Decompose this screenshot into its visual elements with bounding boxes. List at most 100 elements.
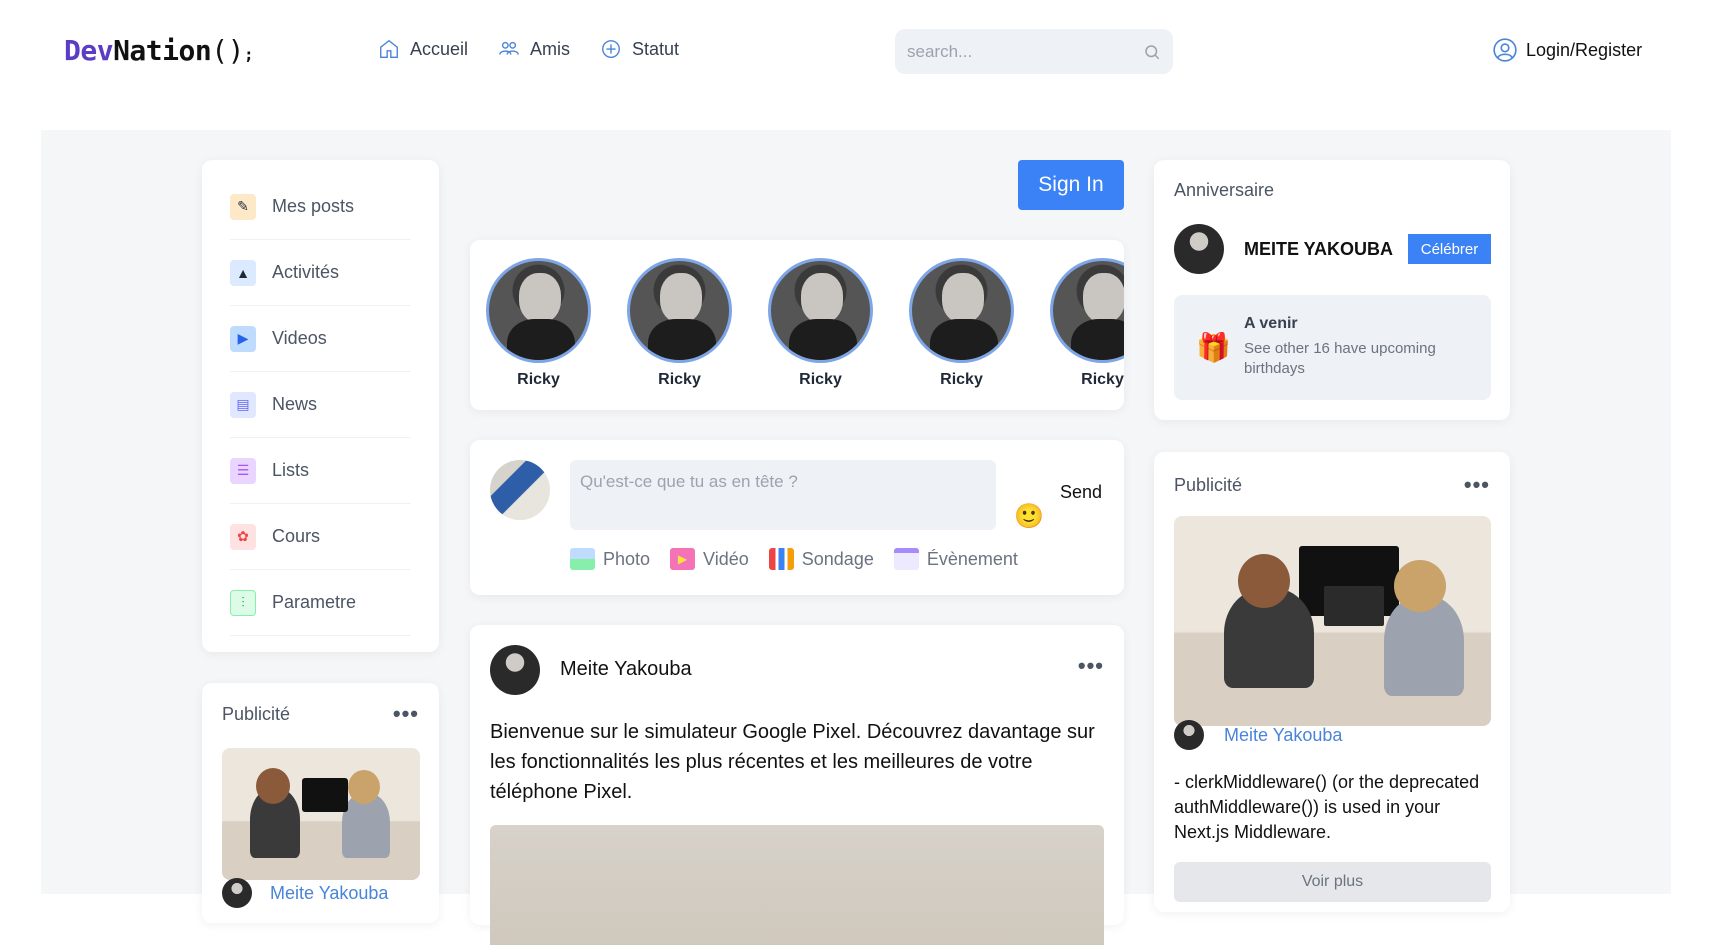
photo-label: Photo bbox=[603, 548, 651, 569]
story-name: Ricky bbox=[517, 371, 560, 388]
story-avatar bbox=[627, 258, 732, 363]
story-name: Ricky bbox=[658, 371, 701, 388]
nav-amis-label: Amis bbox=[530, 38, 571, 59]
sidebar-item-label: Mes posts bbox=[272, 196, 355, 216]
sidebar-item-label: Activités bbox=[272, 262, 340, 282]
birthday-title: Anniversaire bbox=[1174, 180, 1275, 200]
logo-nation: Nation bbox=[113, 34, 212, 67]
ad-title: Publicité bbox=[1174, 474, 1243, 495]
sidebar-item-mes-posts[interactable]: ✎ Mes posts bbox=[230, 174, 411, 240]
sidebar-item-activites[interactable]: ▲ Activités bbox=[230, 240, 411, 306]
ad-title: Publicité bbox=[222, 703, 291, 724]
activities-icon: ▲ bbox=[230, 259, 256, 286]
poll-label: Sondage bbox=[801, 548, 874, 569]
see-more-button[interactable]: Voir plus bbox=[1174, 862, 1491, 902]
sidebar-item-news[interactable]: ▤ News bbox=[230, 372, 411, 438]
emoji-icon[interactable]: 🙂 bbox=[1014, 502, 1044, 531]
gift-icon: 🎁 bbox=[1196, 332, 1231, 363]
search-icon[interactable] bbox=[1143, 43, 1161, 61]
poll-icon bbox=[768, 548, 794, 570]
sidebar-item-lists[interactable]: ☰ Lists bbox=[230, 438, 411, 504]
story-avatar bbox=[768, 258, 873, 363]
search-input[interactable] bbox=[907, 41, 1143, 62]
story-avatar bbox=[909, 258, 1014, 363]
nav-accueil[interactable]: Accueil bbox=[378, 38, 468, 60]
story-name: Ricky bbox=[799, 371, 842, 388]
sidebar-item-parametre[interactable]: ⫶ Parametre bbox=[230, 570, 411, 636]
story-avatar bbox=[486, 258, 591, 363]
story-item[interactable]: Ricky bbox=[627, 258, 732, 389]
sidebar-item-videos[interactable]: ▶ Videos bbox=[230, 306, 411, 372]
ad-image bbox=[222, 748, 420, 880]
video-label: Vidéo bbox=[703, 548, 749, 569]
sign-in-button[interactable]: Sign In bbox=[1018, 160, 1124, 210]
news-icon: ▤ bbox=[230, 391, 256, 418]
calendar-icon bbox=[893, 548, 919, 570]
left-sidebar: ✎ Mes posts ▲ Activités ▶ Videos ▤ News … bbox=[202, 160, 439, 652]
home-icon bbox=[380, 39, 398, 58]
photo-icon bbox=[570, 548, 595, 570]
upcoming-birthdays[interactable]: 🎁 A venir See other 16 have upcoming bir… bbox=[1174, 295, 1491, 400]
nav-statut[interactable]: Statut bbox=[600, 38, 679, 60]
left-ad-card: Publicité ••• Meite Yakouba bbox=[202, 683, 439, 923]
right-ad-card: Publicité ••• Meite Yakouba - clerkMiddl… bbox=[1154, 452, 1510, 912]
ad-author-row: Meite Yakouba bbox=[1174, 720, 1342, 750]
send-button[interactable]: Send bbox=[1060, 482, 1102, 503]
more-options-icon[interactable]: ••• bbox=[1078, 653, 1104, 679]
story-item[interactable]: Ricky bbox=[909, 258, 1014, 389]
nav-statut-label: Statut bbox=[632, 38, 680, 59]
logo[interactable]: DevNation(); bbox=[64, 34, 254, 67]
users-icon bbox=[499, 41, 519, 55]
post-input[interactable] bbox=[570, 460, 996, 530]
story-name: Ricky bbox=[940, 371, 983, 388]
video-button[interactable]: ▶ Vidéo bbox=[670, 548, 749, 570]
celebrate-button[interactable]: Célébrer bbox=[1408, 234, 1491, 264]
story-avatar bbox=[1050, 258, 1124, 363]
plus-circle-icon bbox=[602, 40, 620, 58]
login-register[interactable]: Login/Register bbox=[1492, 37, 1642, 63]
event-button[interactable]: Évènement bbox=[893, 548, 1018, 570]
ad-author-row: Meite Yakouba bbox=[222, 878, 388, 908]
story-name: Ricky bbox=[1081, 371, 1124, 388]
user-circle-icon bbox=[1493, 38, 1517, 62]
more-options-icon[interactable]: ••• bbox=[1464, 472, 1490, 498]
logo-semi: ; bbox=[243, 45, 254, 64]
upcoming-title: A venir bbox=[1244, 315, 1298, 332]
poll-button[interactable]: Sondage bbox=[768, 548, 874, 570]
story-item[interactable]: Ricky bbox=[768, 258, 873, 389]
nav-amis[interactable]: Amis bbox=[498, 38, 570, 60]
sidebar-item-label: Videos bbox=[272, 328, 327, 348]
birthday-card: Anniversaire MEITE YAKOUBA Célébrer 🎁 A … bbox=[1154, 160, 1510, 420]
event-label: Évènement bbox=[926, 548, 1018, 569]
feed-post: Meite Yakouba ••• Bienvenue sur le simul… bbox=[470, 625, 1124, 945]
main-nav: Accueil Amis Statut bbox=[378, 38, 679, 60]
sidebar-item-cours[interactable]: ✿ Cours bbox=[230, 504, 411, 570]
post-image bbox=[490, 825, 1104, 945]
login-label: Login/Register bbox=[1526, 39, 1643, 60]
ad-author-link[interactable]: Meite Yakouba bbox=[1224, 725, 1342, 746]
logo-dev: Dev bbox=[64, 34, 114, 67]
upcoming-subtitle: See other 16 have upcoming birthdays bbox=[1244, 340, 1436, 377]
post-author[interactable]: Meite Yakouba bbox=[560, 658, 692, 681]
logo-parens: () bbox=[211, 34, 244, 67]
sidebar-item-label: Parametre bbox=[272, 592, 357, 612]
videos-icon: ▶ bbox=[230, 325, 256, 352]
avatar bbox=[490, 460, 550, 520]
more-options-icon[interactable]: ••• bbox=[393, 701, 419, 727]
ad-author-link[interactable]: Meite Yakouba bbox=[270, 883, 388, 904]
posts-icon: ✎ bbox=[230, 193, 256, 220]
birthday-name: MEITE YAKOUBA bbox=[1244, 238, 1394, 259]
courses-icon: ✿ bbox=[230, 523, 256, 550]
post-text: Bienvenue sur le simulateur Google Pixel… bbox=[490, 721, 1095, 803]
video-icon: ▶ bbox=[670, 548, 696, 570]
post-composer: 🙂 Send Photo ▶ Vidéo Sondage Évènement bbox=[470, 440, 1124, 595]
photo-button[interactable]: Photo bbox=[570, 548, 650, 570]
nav-accueil-label: Accueil bbox=[410, 38, 469, 59]
top-header: DevNation(); Accueil Amis Statut Login/R… bbox=[0, 0, 1730, 116]
avatar bbox=[1174, 224, 1224, 274]
search-box bbox=[895, 29, 1173, 74]
settings-icon: ⫶ bbox=[230, 589, 256, 616]
story-item[interactable]: Ricky bbox=[486, 258, 591, 389]
stories-strip: Ricky Ricky Ricky Ricky Ricky bbox=[470, 240, 1124, 410]
story-item[interactable]: Ricky bbox=[1050, 258, 1124, 389]
